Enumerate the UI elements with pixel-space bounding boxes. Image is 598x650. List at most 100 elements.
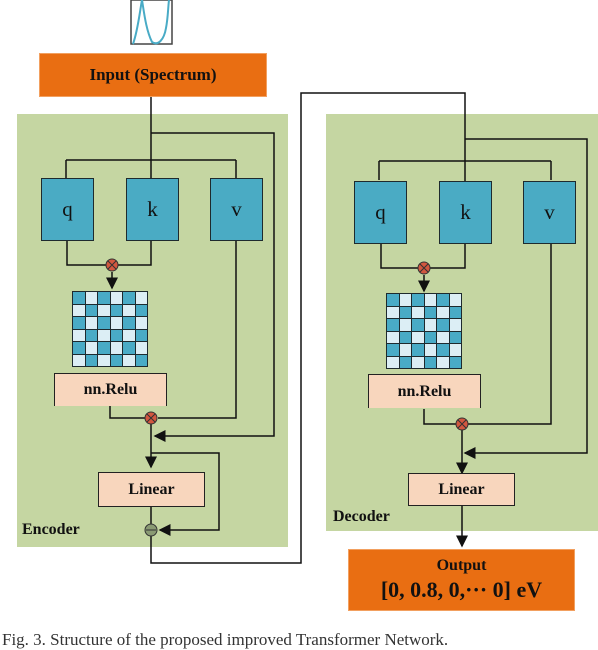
encoder-q-label: q <box>62 197 73 221</box>
attention-cell <box>387 331 399 343</box>
attention-cell <box>85 304 97 316</box>
encoder-linear-box: Linear <box>98 472 205 507</box>
attention-cell <box>437 356 449 368</box>
attention-cell <box>449 294 461 306</box>
attention-cell <box>73 292 85 304</box>
attention-cell <box>449 306 461 318</box>
attention-cell <box>85 342 97 354</box>
attention-cell <box>85 354 97 366</box>
encoder-matmul-node <box>105 258 119 272</box>
attention-cell <box>437 319 449 331</box>
attention-cell <box>135 354 147 366</box>
attention-cell <box>110 304 122 316</box>
multiply-icon <box>105 258 119 272</box>
multiply-icon <box>417 261 431 275</box>
encoder-k-label: k <box>147 197 158 221</box>
attention-cell <box>449 331 461 343</box>
attention-cell <box>73 342 85 354</box>
attention-cell <box>135 304 147 316</box>
attention-cell <box>110 292 122 304</box>
decoder-linear-box: Linear <box>408 473 515 506</box>
attention-cell <box>449 344 461 356</box>
attention-cell <box>424 319 436 331</box>
attention-cell <box>399 356 411 368</box>
attention-cell <box>135 317 147 329</box>
output-value: [0, 0.8, 0,··· 0] eV <box>380 577 543 602</box>
decoder-query-box: q <box>354 181 407 244</box>
attention-cell <box>424 306 436 318</box>
figure-caption: Fig. 3. Structure of the proposed improv… <box>2 630 449 649</box>
attention-cell <box>135 292 147 304</box>
attention-cell <box>424 344 436 356</box>
attention-cell <box>412 331 424 343</box>
attention-cell <box>123 329 135 341</box>
attention-cell <box>98 317 110 329</box>
attention-cell <box>437 331 449 343</box>
attention-cell <box>412 356 424 368</box>
encoder-relu-label: nn.Relu <box>83 381 138 398</box>
encoder-linear-label: Linear <box>128 480 175 498</box>
attention-cell <box>437 344 449 356</box>
encoder-query-box: q <box>41 178 94 241</box>
decoder-k-label: k <box>460 200 471 224</box>
attention-cell <box>399 306 411 318</box>
decoder-key-box: k <box>439 181 492 244</box>
attention-cell <box>110 342 122 354</box>
attention-cell <box>98 329 110 341</box>
output-box: Output [0, 0.8, 0,··· 0] eV <box>348 549 575 611</box>
attention-cell <box>98 304 110 316</box>
attention-cell <box>110 317 122 329</box>
attention-cell <box>412 306 424 318</box>
attention-cell <box>85 292 97 304</box>
attention-cell <box>399 344 411 356</box>
attention-cell <box>110 354 122 366</box>
attention-cell <box>424 331 436 343</box>
attention-cell <box>73 304 85 316</box>
attention-cell <box>73 317 85 329</box>
attention-cell <box>412 294 424 306</box>
attention-cell <box>387 319 399 331</box>
attention-cell <box>98 292 110 304</box>
encoder-key-box: k <box>126 178 179 241</box>
attention-cell <box>73 329 85 341</box>
decoder-relu-box: nn.Relu <box>368 374 481 408</box>
encoder-relu-box: nn.Relu <box>54 373 167 406</box>
attention-cell <box>85 329 97 341</box>
attention-cell <box>424 294 436 306</box>
attention-cell <box>123 304 135 316</box>
decoder-matmul-node <box>417 261 431 275</box>
decoder-q-label: q <box>375 200 386 224</box>
attention-cell <box>85 317 97 329</box>
attention-cell <box>98 342 110 354</box>
subtract-icon <box>144 523 158 537</box>
multiply-icon <box>455 417 469 431</box>
attention-cell <box>110 329 122 341</box>
attention-cell <box>98 354 110 366</box>
decoder-value-box: v <box>523 181 576 244</box>
attention-cell <box>437 306 449 318</box>
attention-cell <box>387 294 399 306</box>
decoder-attention-matrix <box>386 293 462 369</box>
encoder-weighted-sum-node <box>144 411 158 425</box>
attention-cell <box>387 356 399 368</box>
attention-cell <box>437 294 449 306</box>
attention-cell <box>399 319 411 331</box>
attention-cell <box>399 331 411 343</box>
decoder-label: Decoder <box>333 508 390 525</box>
decoder-relu-label: nn.Relu <box>397 382 452 400</box>
encoder-residual-node <box>144 523 158 537</box>
attention-cell <box>123 317 135 329</box>
attention-cell <box>387 344 399 356</box>
attention-cell <box>412 344 424 356</box>
attention-cell <box>135 329 147 341</box>
multiply-icon <box>144 411 158 425</box>
encoder-value-box: v <box>210 178 263 241</box>
attention-cell <box>73 354 85 366</box>
encoder-v-label: v <box>231 197 242 221</box>
output-title: Output <box>436 557 487 574</box>
decoder-weighted-sum-node <box>455 417 469 431</box>
decoder-v-label: v <box>544 200 555 224</box>
attention-cell <box>412 319 424 331</box>
attention-cell <box>123 292 135 304</box>
attention-cell <box>135 342 147 354</box>
